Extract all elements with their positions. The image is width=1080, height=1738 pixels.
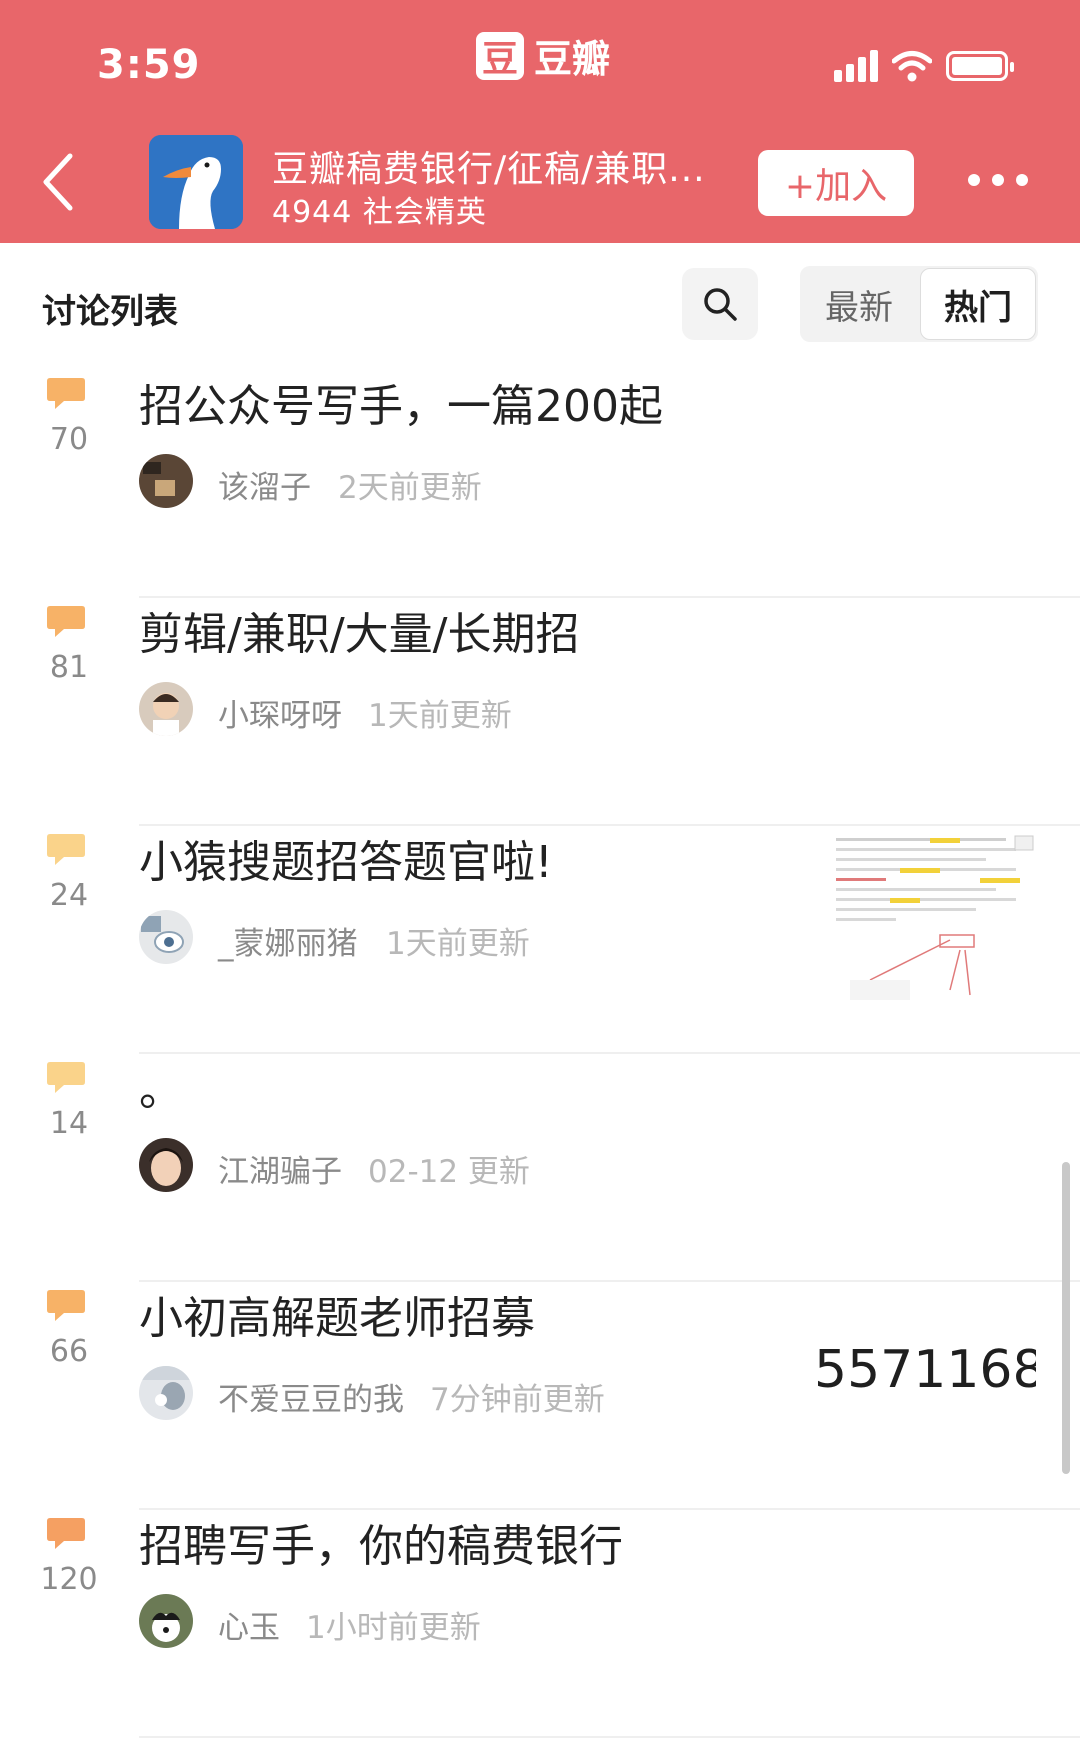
comment-icon [47,1518,85,1549]
post-item[interactable]: 70 招公众号写手，一篇200起 该溜子 2天前更新 [0,370,1080,598]
post-item[interactable]: 120 招聘写手，你的稿费银行 心玉 1小时前更新 [0,1510,1080,1738]
post-author[interactable]: 心玉 [218,1602,280,1647]
join-button[interactable]: +加入 [758,150,914,216]
comment-count: 66 [49,1334,89,1369]
scrollbar[interactable] [1062,1162,1070,1474]
post-author[interactable]: _蒙娜丽猪 [218,918,358,963]
group-member-count: 4944 社会精英 [272,195,487,230]
comment-icon [47,1062,85,1093]
post-item[interactable]: 24 小猿搜题招答题官啦! _蒙娜丽猪 1天前更新 [0,826,1080,1054]
post-title[interactable]: 招聘写手，你的稿费银行 [139,1510,623,1574]
sort-latest-tab[interactable]: 最新 [800,266,918,342]
back-arrow-icon[interactable] [38,150,78,214]
post-title[interactable]: 。 [139,1054,183,1118]
app-name: 豆瓣 [534,37,611,81]
post-update-time: 7分钟前更新 [430,1382,605,1418]
battery-icon [946,51,1014,81]
goose-logo-icon [149,135,243,229]
post-title[interactable]: 小初高解题老师招募 [139,1282,535,1346]
wifi-icon [892,51,932,82]
post-title[interactable]: 小猿搜题招答题官啦! [139,826,553,890]
post-title[interactable]: 剪辑/兼职/大量/长期招 [139,598,579,662]
group-title[interactable]: 豆瓣稿费银行/征稿/兼职... [272,140,718,192]
post-author[interactable]: 小琛呀呀 [218,690,342,735]
avatar[interactable] [139,910,193,964]
post-thumbnail-text[interactable]: 5571168 [814,1340,1036,1400]
app-brand: 豆 豆瓣 [476,28,610,83]
douban-logo-icon: 豆 [476,31,524,80]
post-title[interactable]: 招公众号写手，一篇200起 [139,370,663,434]
avatar[interactable] [139,682,193,736]
avatar[interactable] [139,1594,193,1648]
post-item[interactable]: 81 剪辑/兼职/大量/长期招 小琛呀呀 1天前更新 [0,598,1080,826]
post-thumbnail-image[interactable] [830,830,1040,1000]
comment-icon [47,1290,85,1321]
post-update-time: 1天前更新 [368,698,512,734]
post-item[interactable]: 66 小初高解题老师招募 不爱豆豆的我 7分钟前更新 5571168 [0,1282,1080,1510]
comment-count: 14 [49,1106,89,1141]
comment-icon [47,834,85,865]
comment-icon [47,606,85,637]
avatar[interactable] [139,454,193,508]
post-item[interactable]: 14 。 江湖骗子 02-12 更新 [0,1054,1080,1282]
comment-count: 120 [40,1562,98,1597]
discussion-list-title: 讨论列表 [42,292,178,332]
status-icons [834,50,1014,82]
post-author[interactable]: 不爱豆豆的我 [218,1374,404,1419]
avatar[interactable] [139,1138,193,1192]
post-update-time: 2天前更新 [338,470,482,506]
sort-hot-tab[interactable]: 热门 [920,268,1036,340]
comment-count: 24 [49,878,89,913]
comment-count: 70 [49,422,89,457]
avatar[interactable] [139,1366,193,1420]
comment-icon [47,378,85,409]
comment-count: 81 [49,650,89,685]
status-time: 3:59 [97,42,201,88]
post-update-time: 02-12 更新 [368,1154,530,1190]
search-button[interactable] [682,268,758,340]
cellular-signal-icon [834,50,878,82]
post-update-time: 1小时前更新 [306,1610,481,1646]
more-options-icon[interactable] [968,174,1028,186]
sort-toggle: 最新 热门 [800,266,1038,342]
post-author[interactable]: 该溜子 [218,462,311,507]
post-update-time: 1天前更新 [386,926,530,962]
group-avatar[interactable] [149,135,243,229]
app-header: 3:59 豆 豆瓣 豆瓣稿费银行/征稿/兼职... 4944 社会精英 +加入 [0,0,1080,243]
search-icon [704,288,737,321]
post-author[interactable]: 江湖骗子 [218,1146,342,1191]
